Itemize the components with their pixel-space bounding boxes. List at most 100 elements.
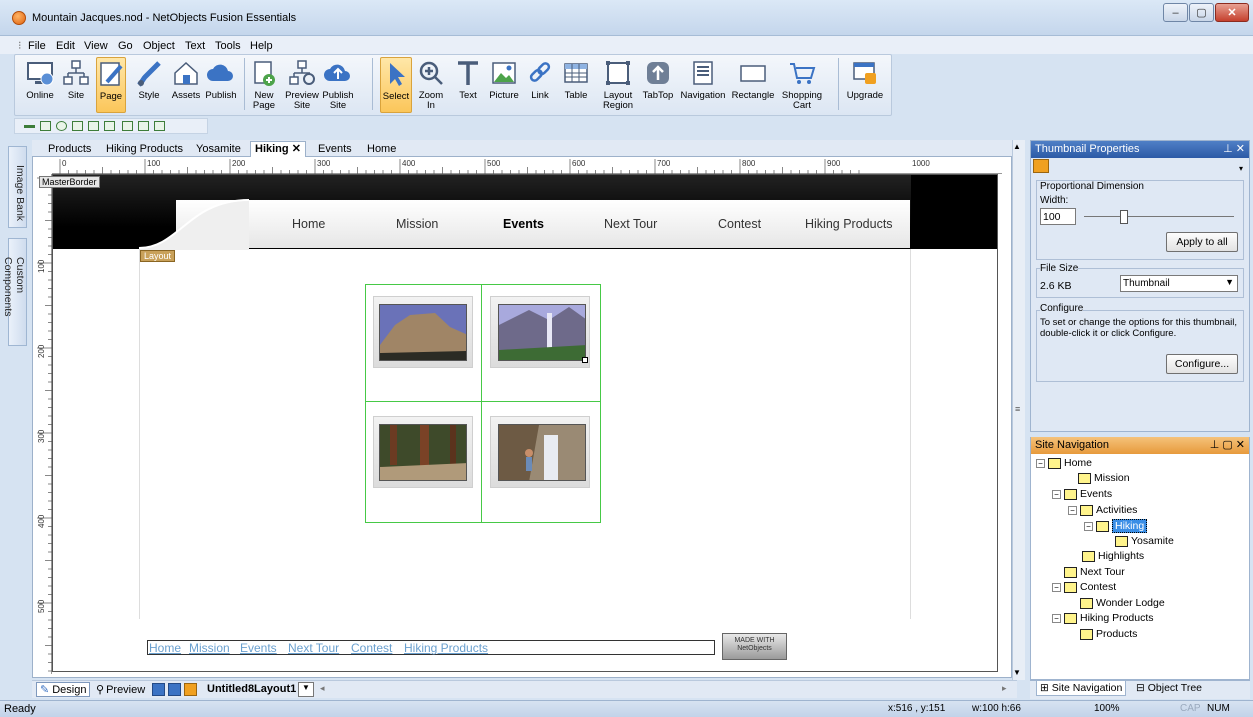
collapse-icon[interactable]: − — [1084, 521, 1093, 531]
site-button[interactable]: Site — [60, 57, 92, 113]
select-tool[interactable]: Select — [380, 57, 412, 113]
tree-node-hiking[interactable]: − Hiking — [1084, 519, 1148, 533]
footer-link-contest[interactable]: Contest — [351, 641, 392, 655]
tab-hiking[interactable]: Hiking ✕ — [250, 141, 306, 157]
layout-region-icon[interactable] — [184, 683, 197, 696]
checkbox-tool-icon[interactable] — [40, 121, 51, 131]
nav-home[interactable]: Home — [292, 217, 325, 231]
preview-site-button[interactable]: Preview Site — [284, 57, 320, 113]
menu-text[interactable]: Text — [185, 40, 205, 52]
image-bank-tab[interactable]: Image Bank — [8, 146, 27, 228]
picture-tool[interactable]: Picture — [486, 57, 522, 113]
tree-node-contest[interactable]: − Contest — [1052, 581, 1116, 593]
configure-button[interactable]: Configure... — [1166, 354, 1238, 374]
pin-close-icon[interactable]: ⊥ ✕ — [1223, 142, 1245, 155]
layout-icon[interactable] — [152, 683, 165, 696]
tab-object-tree[interactable]: ⊟ Object Tree — [1136, 682, 1202, 694]
online-button[interactable]: Online — [22, 57, 58, 113]
tab-home[interactable]: Home — [367, 143, 396, 155]
rectangle-tool[interactable]: Rectangle — [730, 57, 776, 113]
button-tool-icon[interactable] — [72, 121, 83, 131]
menu-help[interactable]: Help — [250, 40, 273, 52]
upgrade-button[interactable]: Upgrade — [844, 57, 886, 113]
line-tool-icon[interactable] — [24, 125, 35, 128]
tab-products[interactable]: Products — [48, 143, 91, 155]
assets-button[interactable]: Assets — [170, 57, 202, 113]
close-tab-icon[interactable]: ✕ — [292, 143, 301, 155]
textarea-tool-icon[interactable] — [88, 121, 99, 131]
resize-handle[interactable] — [582, 357, 588, 363]
width-slider[interactable] — [1080, 208, 1235, 225]
layout-region-tool[interactable]: Layout Region — [598, 57, 638, 113]
menu-edit[interactable]: Edit — [56, 40, 75, 52]
thumbnail-forest[interactable] — [379, 424, 467, 481]
table-tool[interactable]: Table — [560, 57, 592, 113]
style-button[interactable]: Style — [134, 57, 164, 113]
tab-site-navigation[interactable]: ⊞ Site Navigation — [1036, 681, 1127, 696]
tree-node-wonder-lodge[interactable]: Wonder Lodge — [1080, 597, 1165, 609]
apply-to-all-button[interactable]: Apply to all — [1166, 232, 1238, 252]
tree-node-mission[interactable]: Mission — [1078, 472, 1130, 484]
slider-thumb[interactable] — [1120, 210, 1128, 224]
collapse-icon[interactable]: − — [1068, 505, 1077, 515]
footer-link-mission[interactable]: Mission — [189, 641, 230, 655]
tab-hiking-products[interactable]: Hiking Products — [106, 143, 183, 155]
menu-view[interactable]: View — [84, 40, 108, 52]
tree-node-highlights[interactable]: Highlights — [1082, 550, 1144, 562]
design-view-button[interactable]: ✎ Design — [36, 682, 91, 697]
tree-node-activities[interactable]: − Activities — [1068, 504, 1137, 516]
minimize-button[interactable]: ‒ — [1163, 3, 1188, 22]
thumbnail-half-dome[interactable] — [379, 304, 467, 361]
menu-tools[interactable]: Tools — [215, 40, 241, 52]
size-select[interactable]: Thumbnail ▼ — [1120, 275, 1238, 292]
close-button[interactable]: ✕ — [1215, 3, 1249, 22]
tree-node-hiking-products[interactable]: − Hiking Products — [1052, 612, 1154, 624]
link-tool[interactable]: Link — [526, 57, 554, 113]
tab-events[interactable]: Events — [318, 143, 352, 155]
nav-contest[interactable]: Contest — [718, 217, 761, 231]
new-page-button[interactable]: New Page — [248, 57, 280, 113]
preview-view-button[interactable]: ⚲ Preview — [96, 683, 145, 697]
footer-link-hiking-products[interactable]: Hiking Products — [404, 641, 488, 655]
made-with-netobjects-badge[interactable]: MADE WITH NetObjects — [722, 633, 787, 660]
splitter-grip[interactable]: ≡ — [1015, 404, 1020, 414]
pin-close-icon[interactable]: ⊥ ▢ ✕ — [1210, 438, 1245, 451]
menu-file[interactable]: File — [28, 40, 46, 52]
thumbnail-hikers[interactable] — [498, 424, 586, 481]
maximize-button[interactable]: ▢ — [1189, 3, 1214, 22]
form-tool-icon[interactable] — [154, 121, 165, 131]
tree-node-products[interactable]: Products — [1080, 628, 1137, 640]
nav-next-tour[interactable]: Next Tour — [604, 217, 657, 231]
list-tool-icon[interactable] — [138, 121, 149, 131]
custom-components-tab[interactable]: Custom Components — [2, 238, 27, 346]
collapse-icon[interactable]: − — [1036, 458, 1045, 468]
footer-link-next-tour[interactable]: Next Tour — [288, 641, 339, 655]
tree-node-home[interactable]: − Home — [1036, 457, 1092, 469]
tab-yosamite[interactable]: Yosamite — [196, 143, 241, 155]
combobox-tool-icon[interactable] — [104, 121, 115, 131]
layout-dropdown-button[interactable]: ▼ — [298, 682, 314, 697]
form-area-tool-icon[interactable] — [122, 121, 133, 131]
footer-link-home[interactable]: Home — [149, 641, 181, 655]
collapse-icon[interactable]: − — [1052, 489, 1061, 499]
collapse-icon[interactable]: − — [1052, 613, 1061, 623]
tree-node-next-tour[interactable]: Next Tour — [1064, 566, 1125, 578]
tree-node-yosamite[interactable]: Yosamite — [1115, 535, 1174, 547]
tree-node-events[interactable]: − Events — [1052, 488, 1112, 500]
scroll-right-icon[interactable]: ▸ — [1002, 683, 1007, 694]
nav-events[interactable]: Events — [503, 217, 544, 231]
page-button[interactable]: Page — [96, 57, 126, 113]
thumbnail-waterfall[interactable] — [498, 304, 586, 361]
nav-hiking-products[interactable]: Hiking Products — [805, 217, 893, 231]
text-tool[interactable]: Text — [454, 57, 482, 113]
scroll-down-icon[interactable]: ▼ — [1013, 668, 1021, 677]
radio-tool-icon[interactable] — [56, 121, 67, 131]
nav-mission[interactable]: Mission — [396, 217, 438, 231]
width-input[interactable]: 100 — [1040, 208, 1076, 225]
menu-go[interactable]: Go — [118, 40, 133, 52]
publish-site-button[interactable]: Publish Site — [320, 57, 356, 113]
masterborder-icon[interactable] — [168, 683, 181, 696]
tabtop-tool[interactable]: TabTop — [640, 57, 676, 113]
footer-link-events[interactable]: Events — [240, 641, 277, 655]
thumbnail-tab-icon[interactable] — [1033, 159, 1049, 173]
